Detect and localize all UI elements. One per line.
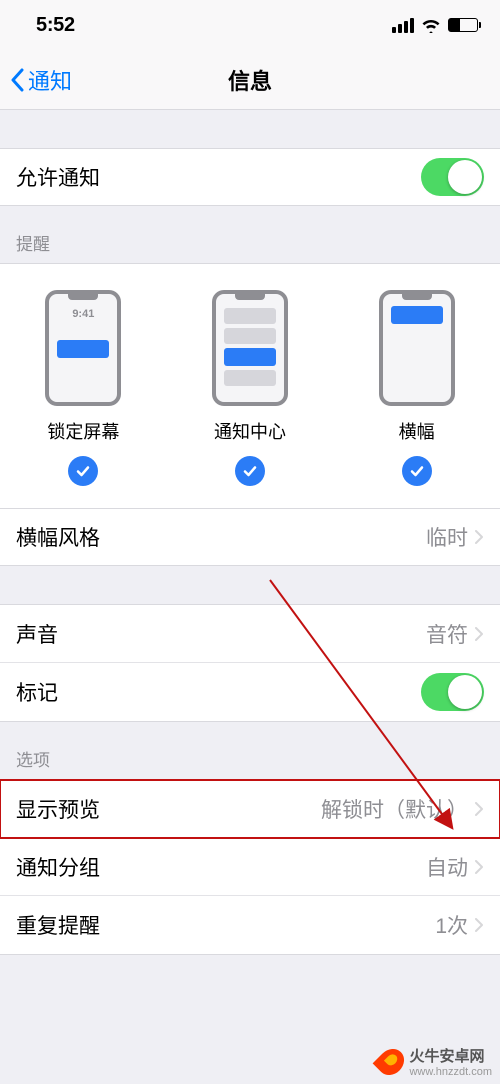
banner-style-value: 临时	[426, 522, 468, 552]
watermark-url: www.hnzzdt.com	[409, 1066, 492, 1078]
allow-notifications-toggle[interactable]	[421, 158, 484, 196]
chevron-right-icon	[474, 626, 484, 642]
allow-notifications-label: 允许通知	[16, 162, 100, 192]
sound-row[interactable]: 声音 音符	[0, 605, 500, 663]
chevron-right-icon	[474, 801, 484, 817]
sound-label: 声音	[16, 619, 58, 649]
alert-banner[interactable]: 横幅	[334, 290, 499, 486]
repeat-alerts-label: 重复提醒	[16, 910, 100, 940]
chevron-right-icon	[474, 529, 484, 545]
allow-notifications-row[interactable]: 允许通知	[0, 148, 500, 206]
wifi-icon	[421, 18, 441, 33]
alert-notification-center-label: 通知中心	[214, 418, 286, 444]
check-icon	[402, 456, 432, 486]
banner-style-row[interactable]: 横幅风格 临时	[0, 508, 500, 566]
badges-row[interactable]: 标记	[0, 663, 500, 721]
status-bar: 5:52	[0, 0, 500, 50]
alert-banner-label: 横幅	[399, 418, 435, 444]
alert-notification-center[interactable]: 通知中心	[167, 290, 332, 486]
check-icon	[68, 456, 98, 486]
options-header: 选项	[0, 722, 500, 779]
page-title: 信息	[0, 64, 500, 96]
alert-types-row: 9:41 锁定屏幕 通知中心 横幅	[0, 263, 500, 508]
watermark: 火牛安卓网 www.hnzzdt.com	[379, 1045, 492, 1078]
alert-lock-screen[interactable]: 9:41 锁定屏幕	[1, 290, 166, 486]
badges-label: 标记	[16, 677, 58, 707]
chevron-right-icon	[474, 917, 484, 933]
notification-grouping-row[interactable]: 通知分组 自动	[0, 838, 500, 896]
repeat-alerts-value: 1次	[435, 910, 468, 940]
watermark-name: 火牛安卓网	[409, 1045, 492, 1066]
repeat-alerts-row[interactable]: 重复提醒 1次	[0, 896, 500, 954]
chevron-left-icon	[10, 68, 24, 92]
check-icon	[235, 456, 265, 486]
show-previews-label: 显示预览	[16, 794, 100, 824]
status-time: 5:52	[36, 14, 75, 37]
lock-screen-preview-icon: 9:41	[45, 290, 121, 406]
banner-preview-icon	[379, 290, 455, 406]
notification-grouping-value: 自动	[426, 852, 468, 882]
back-label: 通知	[28, 64, 72, 96]
notification-grouping-label: 通知分组	[16, 852, 100, 882]
badges-toggle[interactable]	[421, 673, 484, 711]
notification-center-preview-icon	[212, 290, 288, 406]
show-previews-row[interactable]: 显示预览 解锁时（默认）	[0, 780, 500, 838]
banner-style-label: 横幅风格	[16, 522, 100, 552]
sound-value: 音符	[426, 619, 468, 649]
show-previews-value: 解锁时（默认）	[321, 794, 468, 824]
cellular-signal-icon	[392, 18, 414, 33]
alert-lock-screen-label: 锁定屏幕	[47, 418, 119, 444]
battery-icon	[448, 18, 478, 32]
alerts-header: 提醒	[0, 206, 500, 263]
flame-icon	[373, 1043, 410, 1080]
status-icons	[392, 18, 478, 33]
chevron-right-icon	[474, 859, 484, 875]
back-button[interactable]: 通知	[10, 64, 72, 96]
nav-bar: 通知 信息	[0, 50, 500, 110]
